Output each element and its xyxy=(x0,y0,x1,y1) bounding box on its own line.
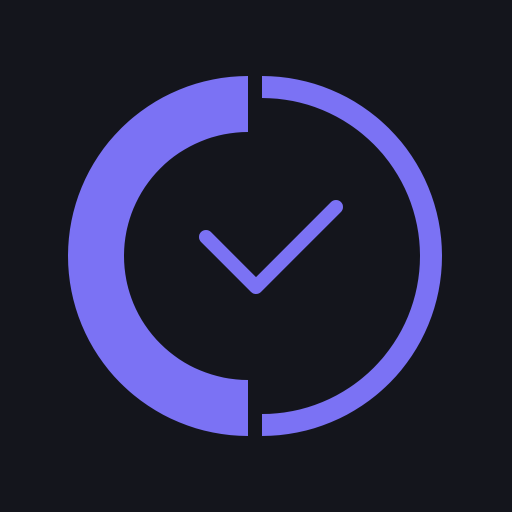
clock-check-icon xyxy=(0,0,512,512)
app-icon-canvas xyxy=(0,0,512,512)
